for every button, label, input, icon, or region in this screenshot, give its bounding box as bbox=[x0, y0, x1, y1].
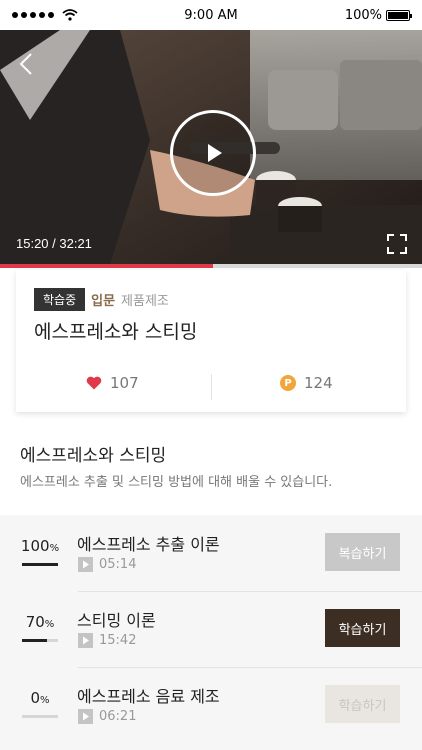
lesson-meta: 15:42 bbox=[78, 633, 136, 648]
lesson-item[interactable]: 70% 스티밍 이론 15:42 학습하기 bbox=[0, 591, 422, 667]
lesson-progress-bar bbox=[22, 563, 58, 566]
lesson-item[interactable]: 0% 에스프레소 음료 제조 06:21 학습하기 bbox=[0, 667, 422, 743]
lesson-progress-fill bbox=[22, 639, 48, 642]
signal-dot-icon bbox=[21, 12, 27, 18]
point-button[interactable]: P 124 bbox=[280, 374, 333, 392]
lesson-progress-bar bbox=[22, 715, 58, 718]
lesson-duration: 06:21 bbox=[99, 709, 137, 724]
lesson-list: 100% 에스프레소 추출 이론 05:14 복습하기 70% 스티밍 이론 1… bbox=[0, 515, 422, 750]
point-count: 124 bbox=[304, 374, 333, 392]
status-badge: 학습중 bbox=[34, 288, 86, 311]
video-time: 15:20 / 32:21 bbox=[16, 236, 92, 251]
study-button[interactable]: 학습하기 bbox=[325, 609, 400, 647]
lesson-percent: 0% bbox=[30, 689, 50, 707]
back-arrow-icon bbox=[19, 53, 32, 75]
back-button[interactable] bbox=[14, 50, 38, 78]
fullscreen-icon[interactable] bbox=[386, 233, 408, 255]
course-level: 입문 bbox=[91, 294, 116, 309]
video-player[interactable]: 15:20 / 32:21 bbox=[0, 30, 422, 264]
description-title: 에스프레소와 스티밍 bbox=[20, 446, 167, 466]
lesson-meta: 06:21 bbox=[78, 709, 136, 724]
video-play-icon bbox=[78, 709, 93, 724]
lesson-percent: 70% bbox=[25, 613, 55, 631]
signal-dot-icon bbox=[39, 12, 45, 18]
study-button-disabled[interactable]: 학습하기 bbox=[325, 685, 400, 723]
signal-indicator bbox=[12, 9, 78, 21]
battery-icon bbox=[386, 9, 412, 21]
status-bar: 9:00 AM 100% bbox=[0, 0, 422, 30]
course-category: 제품제조 bbox=[121, 294, 169, 309]
lesson-title: 에스프레소 음료 제조 bbox=[77, 687, 220, 706]
description-text: 에스프레소 추출 및 스티밍 방법에 대해 배울 수 있습니다. bbox=[20, 475, 333, 490]
video-play-icon bbox=[78, 557, 93, 572]
battery-indicator: 100% bbox=[344, 7, 412, 23]
lesson-item[interactable]: 100% 에스프레소 추출 이론 05:14 복습하기 bbox=[0, 515, 422, 591]
wifi-icon bbox=[62, 9, 78, 21]
video-play-icon bbox=[78, 633, 93, 648]
signal-dot-icon bbox=[48, 12, 54, 18]
lesson-duration: 05:14 bbox=[99, 557, 137, 572]
lesson-progress-fill bbox=[22, 563, 58, 566]
play-button[interactable] bbox=[170, 110, 256, 196]
video-progress-fill bbox=[0, 264, 213, 268]
course-card: 학습중 입문 제품제조 에스프레소와 스티밍 107 P 124 bbox=[16, 270, 406, 412]
lesson-title: 에스프레소 추출 이론 bbox=[77, 535, 220, 554]
battery-percent: 100% bbox=[344, 7, 382, 23]
stat-divider bbox=[211, 374, 212, 400]
lesson-progress-bar bbox=[22, 639, 58, 642]
like-button[interactable]: 107 bbox=[86, 374, 139, 392]
video-progress-bar[interactable] bbox=[0, 264, 422, 268]
course-tags: 학습중 입문 제품제조 bbox=[34, 288, 169, 311]
like-count: 107 bbox=[110, 374, 139, 392]
heart-icon bbox=[86, 376, 102, 390]
lesson-meta: 05:14 bbox=[78, 557, 136, 572]
point-coin-icon: P bbox=[280, 375, 296, 391]
signal-dot-icon bbox=[30, 12, 36, 18]
course-title: 에스프레소와 스티밍 bbox=[34, 321, 198, 343]
signal-dot-icon bbox=[12, 12, 18, 18]
review-button[interactable]: 복습하기 bbox=[325, 533, 400, 571]
lesson-title: 스티밍 이론 bbox=[77, 611, 156, 630]
play-icon bbox=[208, 144, 222, 162]
lesson-percent: 100% bbox=[20, 537, 60, 555]
lesson-duration: 15:42 bbox=[99, 633, 137, 648]
